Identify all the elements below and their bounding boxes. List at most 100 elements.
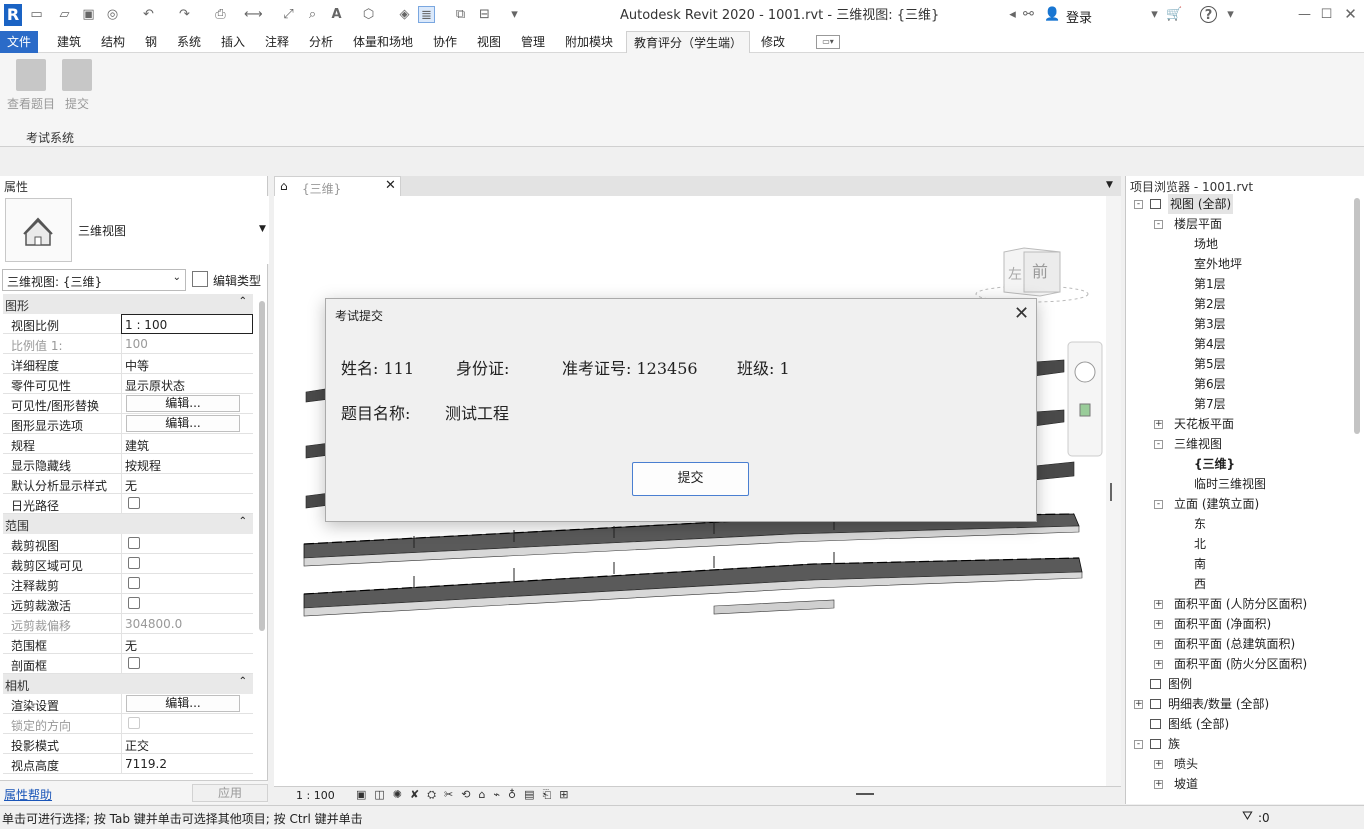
switch-windows-icon[interactable]: ⊟ (476, 6, 493, 23)
expand-icon[interactable]: + (1154, 620, 1163, 629)
save-icon[interactable]: ▣ (80, 6, 97, 23)
property-value[interactable]: 无 (121, 474, 253, 494)
section-icon[interactable]: ◈ (396, 6, 413, 23)
tag-icon[interactable]: ⌕ (304, 6, 321, 23)
login-dropdown-icon[interactable]: ▾ (1146, 6, 1163, 23)
customize-qat-icon[interactable]: ▾ (506, 6, 523, 23)
collapse-icon[interactable]: - (1134, 200, 1143, 209)
help-dropdown-icon[interactable]: ▾ (1222, 6, 1239, 23)
thin-lines-icon[interactable]: ≣ (418, 6, 435, 23)
expand-icon[interactable]: + (1154, 660, 1163, 669)
expand-icon[interactable]: + (1134, 700, 1143, 709)
minimize-icon[interactable]: — (1296, 6, 1313, 23)
close-icon[interactable]: ✕ (1342, 6, 1359, 23)
expand-icon[interactable]: + (1154, 760, 1163, 769)
submit-ribbon-button[interactable]: 提交 (52, 57, 102, 112)
type-selector[interactable]: 三维视图 ▼ (3, 196, 269, 264)
property-value[interactable]: 显示原状态 (121, 374, 253, 394)
type-dropdown-icon[interactable]: ▼ (259, 224, 266, 234)
property-value-input[interactable]: 1 : 100 (121, 314, 253, 334)
view-vertical-scrollbar[interactable] (1106, 196, 1121, 786)
properties-help-link[interactable]: 属性帮助 (4, 786, 52, 803)
filter-icon[interactable]: ⛛ (1242, 809, 1253, 824)
edit-button[interactable]: 编辑... (126, 695, 240, 712)
property-value[interactable]: 建筑 (121, 434, 253, 454)
tab-manage[interactable]: 管理 (514, 31, 552, 53)
property-value[interactable]: 无 (121, 634, 253, 654)
instance-selector[interactable]: 三维视图: {三维} ⌄ (2, 269, 186, 291)
collapse-icon[interactable]: - (1154, 440, 1163, 449)
revit-logo-icon[interactable]: R (4, 4, 22, 26)
property-checkbox[interactable] (128, 537, 140, 549)
collapse-icon[interactable]: - (1134, 740, 1143, 749)
print-icon[interactable]: ⎙ (212, 6, 229, 23)
help-icon[interactable]: ? (1200, 6, 1217, 23)
expand-icon[interactable]: + (1154, 640, 1163, 649)
edit-type-icon[interactable] (192, 271, 208, 287)
view-scale[interactable]: 1 : 100 (296, 789, 335, 802)
section-header[interactable]: 相机 ⌃ (3, 674, 253, 694)
edit-button[interactable]: 编辑... (126, 395, 240, 412)
property-checkbox[interactable] (128, 497, 140, 509)
section-header[interactable]: 图形 ⌃ (3, 294, 253, 314)
tab-steel[interactable]: 钢 (138, 31, 164, 53)
close-hidden-icon[interactable]: ⧉ (452, 6, 469, 23)
sync-icon[interactable]: ◎ (104, 6, 121, 23)
login-link[interactable]: 登录 (1066, 7, 1092, 26)
tab-architecture[interactable]: 建筑 (50, 31, 88, 53)
tab-annotate[interactable]: 注释 (258, 31, 296, 53)
view-question-button[interactable]: 查看题目 (6, 57, 56, 112)
text-icon[interactable]: A (328, 6, 345, 23)
3d-view-icon[interactable]: ⬡ (360, 6, 377, 23)
property-value[interactable]: 中等 (121, 354, 253, 374)
property-value[interactable]: 304800.0 (121, 614, 253, 634)
tab-massing-site[interactable]: 体量和场地 (346, 31, 420, 53)
property-value[interactable]: 正交 (121, 734, 253, 754)
properties-scrollbar[interactable] (259, 301, 265, 631)
undo-icon[interactable]: ↶ (140, 6, 157, 23)
property-checkbox[interactable] (128, 597, 140, 609)
open-icon[interactable]: ▭ (28, 6, 45, 23)
collapse-icon[interactable]: ⌃ (239, 676, 247, 687)
apply-button[interactable]: 应用 (192, 784, 268, 802)
user-icon[interactable]: 👤 (1044, 6, 1061, 23)
edit-type-button[interactable]: 编辑类型 (213, 272, 261, 289)
section-header[interactable]: 范围 ⌃ (3, 514, 253, 534)
tab-analyze[interactable]: 分析 (302, 31, 340, 53)
tab-view[interactable]: 视图 (470, 31, 508, 53)
collapse-icon[interactable]: - (1154, 500, 1163, 509)
close-view-icon[interactable]: ✕ (385, 178, 396, 193)
expand-icon[interactable]: + (1154, 420, 1163, 429)
expand-icon[interactable]: + (1154, 600, 1163, 609)
collapse-icon[interactable]: - (1154, 220, 1163, 229)
browser-scrollbar[interactable] (1354, 198, 1360, 434)
tab-structure[interactable]: 结构 (94, 31, 132, 53)
horizontal-scroll-thumb[interactable] (856, 793, 874, 795)
tab-addins[interactable]: 附加模块 (558, 31, 620, 53)
tab-systems[interactable]: 系统 (170, 31, 208, 53)
tab-file[interactable]: 文件 (0, 31, 39, 53)
view-tab-3d[interactable]: ⌂ {三维} ✕ (274, 176, 401, 196)
tab-edu-grading[interactable]: 教育评分（学生端） (626, 31, 751, 53)
cart-icon[interactable]: 🛒 (1166, 6, 1183, 23)
collapse-icon[interactable]: ⌃ (239, 296, 247, 307)
edit-button[interactable]: 编辑... (126, 415, 240, 432)
dimension-icon[interactable]: ⤢ (280, 6, 297, 23)
expand-icon[interactable]: + (1154, 780, 1163, 789)
property-checkbox[interactable] (128, 657, 140, 669)
dialog-submit-button[interactable]: 提交 (632, 462, 749, 496)
property-checkbox[interactable] (128, 577, 140, 589)
binoculars-icon[interactable]: ⚯ (1020, 6, 1037, 23)
view-list-dropdown-icon[interactable]: ▼ (1106, 180, 1113, 190)
property-value[interactable]: 7119.2 (121, 754, 253, 774)
redo-icon[interactable]: ↷ (176, 6, 193, 23)
ribbon-toggle-icon[interactable]: ▭▾ (816, 35, 840, 49)
tab-collaborate[interactable]: 协作 (426, 31, 464, 53)
collapse-icon[interactable]: ⌃ (239, 516, 247, 527)
property-value[interactable]: 按规程 (121, 454, 253, 474)
scroll-thumb[interactable] (1110, 483, 1112, 501)
maximize-icon[interactable]: ☐ (1318, 6, 1335, 23)
dialog-close-icon[interactable]: ✕ (1014, 303, 1029, 324)
search-arrow-icon[interactable]: ◂ (1004, 6, 1021, 23)
measure-icon[interactable]: ⟷ (244, 6, 263, 23)
